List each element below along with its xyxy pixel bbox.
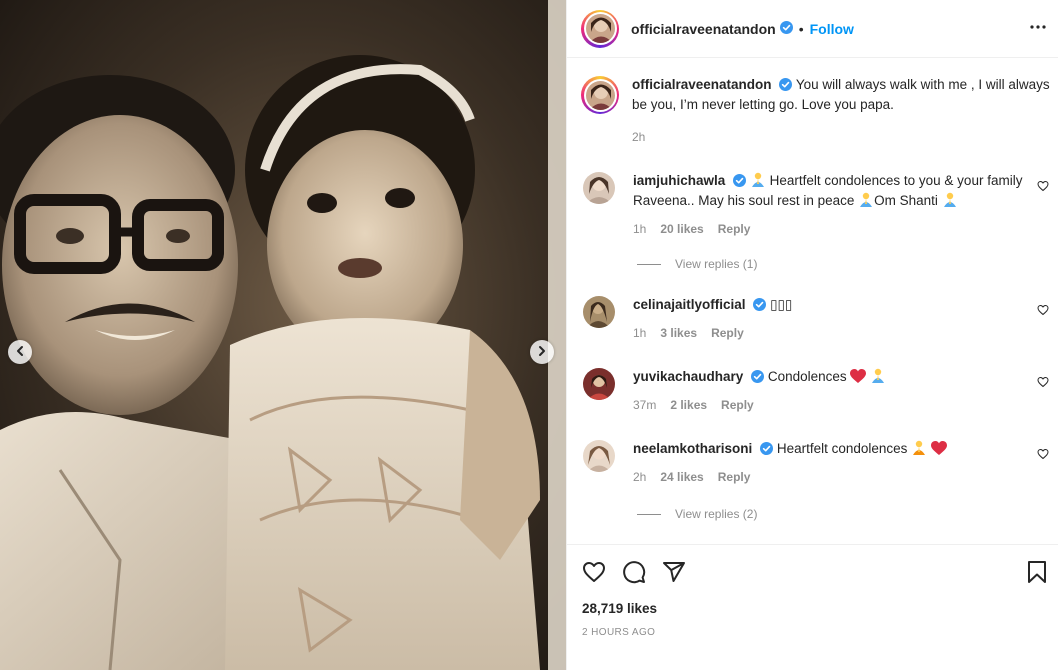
comment-text: ▯▯▯ <box>770 297 793 312</box>
comment-text: Condolences <box>767 369 847 384</box>
comment-time[interactable]: 2h <box>633 470 646 484</box>
reply-button[interactable]: Reply <box>718 470 751 484</box>
comment-username[interactable]: neelamkotharisoni <box>633 441 752 456</box>
comment-time[interactable]: 1h <box>633 222 646 236</box>
author-avatar[interactable] <box>581 9 619 48</box>
post-header: officialraveenatandon • Follow <box>567 0 1058 58</box>
praying-person-emoji-icon <box>911 440 927 460</box>
caption-username[interactable]: officialraveenatandon <box>632 77 772 92</box>
comment-item: celinajaitlyofficial ▯▯▯ 1h 3 likes Repl… <box>583 296 1053 340</box>
comments-section: officialraveenatandon You will always wa… <box>567 58 1058 544</box>
comment-username[interactable]: iamjuhichawla <box>633 173 725 188</box>
follow-button[interactable]: Follow <box>810 21 854 37</box>
commenter-avatar[interactable] <box>583 440 615 472</box>
bookmark-icon[interactable] <box>1026 560 1048 587</box>
caption-time[interactable]: 2h <box>632 130 645 144</box>
view-replies-button[interactable]: View replies (1) <box>637 257 757 271</box>
comment-username[interactable]: celinajaitlyofficial <box>633 297 746 312</box>
reply-button[interactable]: Reply <box>711 326 744 340</box>
verified-badge-icon <box>760 442 774 460</box>
view-replies-label: View replies (2) <box>675 507 758 521</box>
like-comment-icon[interactable] <box>1037 180 1049 195</box>
like-button-icon[interactable] <box>582 560 606 587</box>
praying-person-emoji-icon <box>870 368 886 388</box>
praying-person-emoji-icon <box>942 192 958 212</box>
comment-likes[interactable]: 3 likes <box>660 326 697 340</box>
comment-time[interactable]: 37m <box>633 398 656 412</box>
praying-person-emoji-icon <box>858 192 874 212</box>
comment-text-extra: Om Shanti <box>874 193 938 208</box>
post-side-panel: officialraveenatandon • Follow officialr… <box>566 0 1058 670</box>
instagram-post: officialraveenatandon • Follow officialr… <box>0 0 1058 670</box>
verified-badge-icon <box>733 174 747 192</box>
like-comment-icon[interactable] <box>1037 304 1049 319</box>
comment-time[interactable]: 1h <box>633 326 646 340</box>
verified-badge-icon <box>751 370 765 388</box>
verified-badge-icon <box>779 20 793 37</box>
verified-badge-icon <box>779 78 793 96</box>
comment-text: Heartfelt condolences <box>776 441 908 456</box>
commenter-avatar[interactable] <box>583 172 615 204</box>
commenter-avatar[interactable] <box>583 296 615 328</box>
verified-badge-icon <box>753 298 767 316</box>
comment-username[interactable]: yuvikachaudhary <box>633 369 743 384</box>
view-replies-label: View replies (1) <box>675 257 758 271</box>
comment-item: neelamkotharisoni Heartfelt condolences … <box>583 440 1053 484</box>
red-heart-emoji-icon <box>850 369 867 388</box>
reply-button[interactable]: Reply <box>718 222 751 236</box>
view-replies-button[interactable]: View replies (2) <box>637 507 757 521</box>
author-username[interactable]: officialraveenatandon <box>631 21 776 37</box>
comment-item: iamjuhichawla Heartfelt condolences to y… <box>583 172 1053 236</box>
post-likes-count[interactable]: 28,719 likes <box>582 601 657 616</box>
red-heart-emoji-icon <box>930 441 947 460</box>
caption-avatar[interactable] <box>581 76 619 114</box>
post-photo <box>0 0 566 670</box>
like-comment-icon[interactable] <box>1037 376 1049 391</box>
like-comment-icon[interactable] <box>1037 448 1049 463</box>
reply-button[interactable]: Reply <box>721 398 754 412</box>
share-icon[interactable] <box>662 560 686 587</box>
chevron-right-icon <box>536 345 548 360</box>
post-timestamp[interactable]: 2 HOURS AGO <box>582 627 655 638</box>
header-separator: • <box>798 20 804 37</box>
comment-likes[interactable]: 20 likes <box>660 222 703 236</box>
more-options-icon[interactable] <box>1029 18 1047 39</box>
post-media <box>0 0 566 670</box>
commenter-avatar[interactable] <box>583 368 615 400</box>
praying-person-emoji-icon <box>750 172 766 192</box>
post-caption: officialraveenatandon You will always wa… <box>581 76 1051 146</box>
previous-photo-button[interactable] <box>8 340 32 364</box>
post-actions: 28,719 likes 2 HOURS AGO <box>567 544 1058 670</box>
next-photo-button[interactable] <box>530 340 554 364</box>
comment-likes[interactable]: 24 likes <box>660 470 703 484</box>
comment-item: yuvikachaudhary Condolences 37m 2 likes … <box>583 368 1053 412</box>
comment-likes[interactable]: 2 likes <box>670 398 707 412</box>
chevron-left-icon <box>14 345 26 360</box>
comment-icon[interactable] <box>622 560 646 587</box>
